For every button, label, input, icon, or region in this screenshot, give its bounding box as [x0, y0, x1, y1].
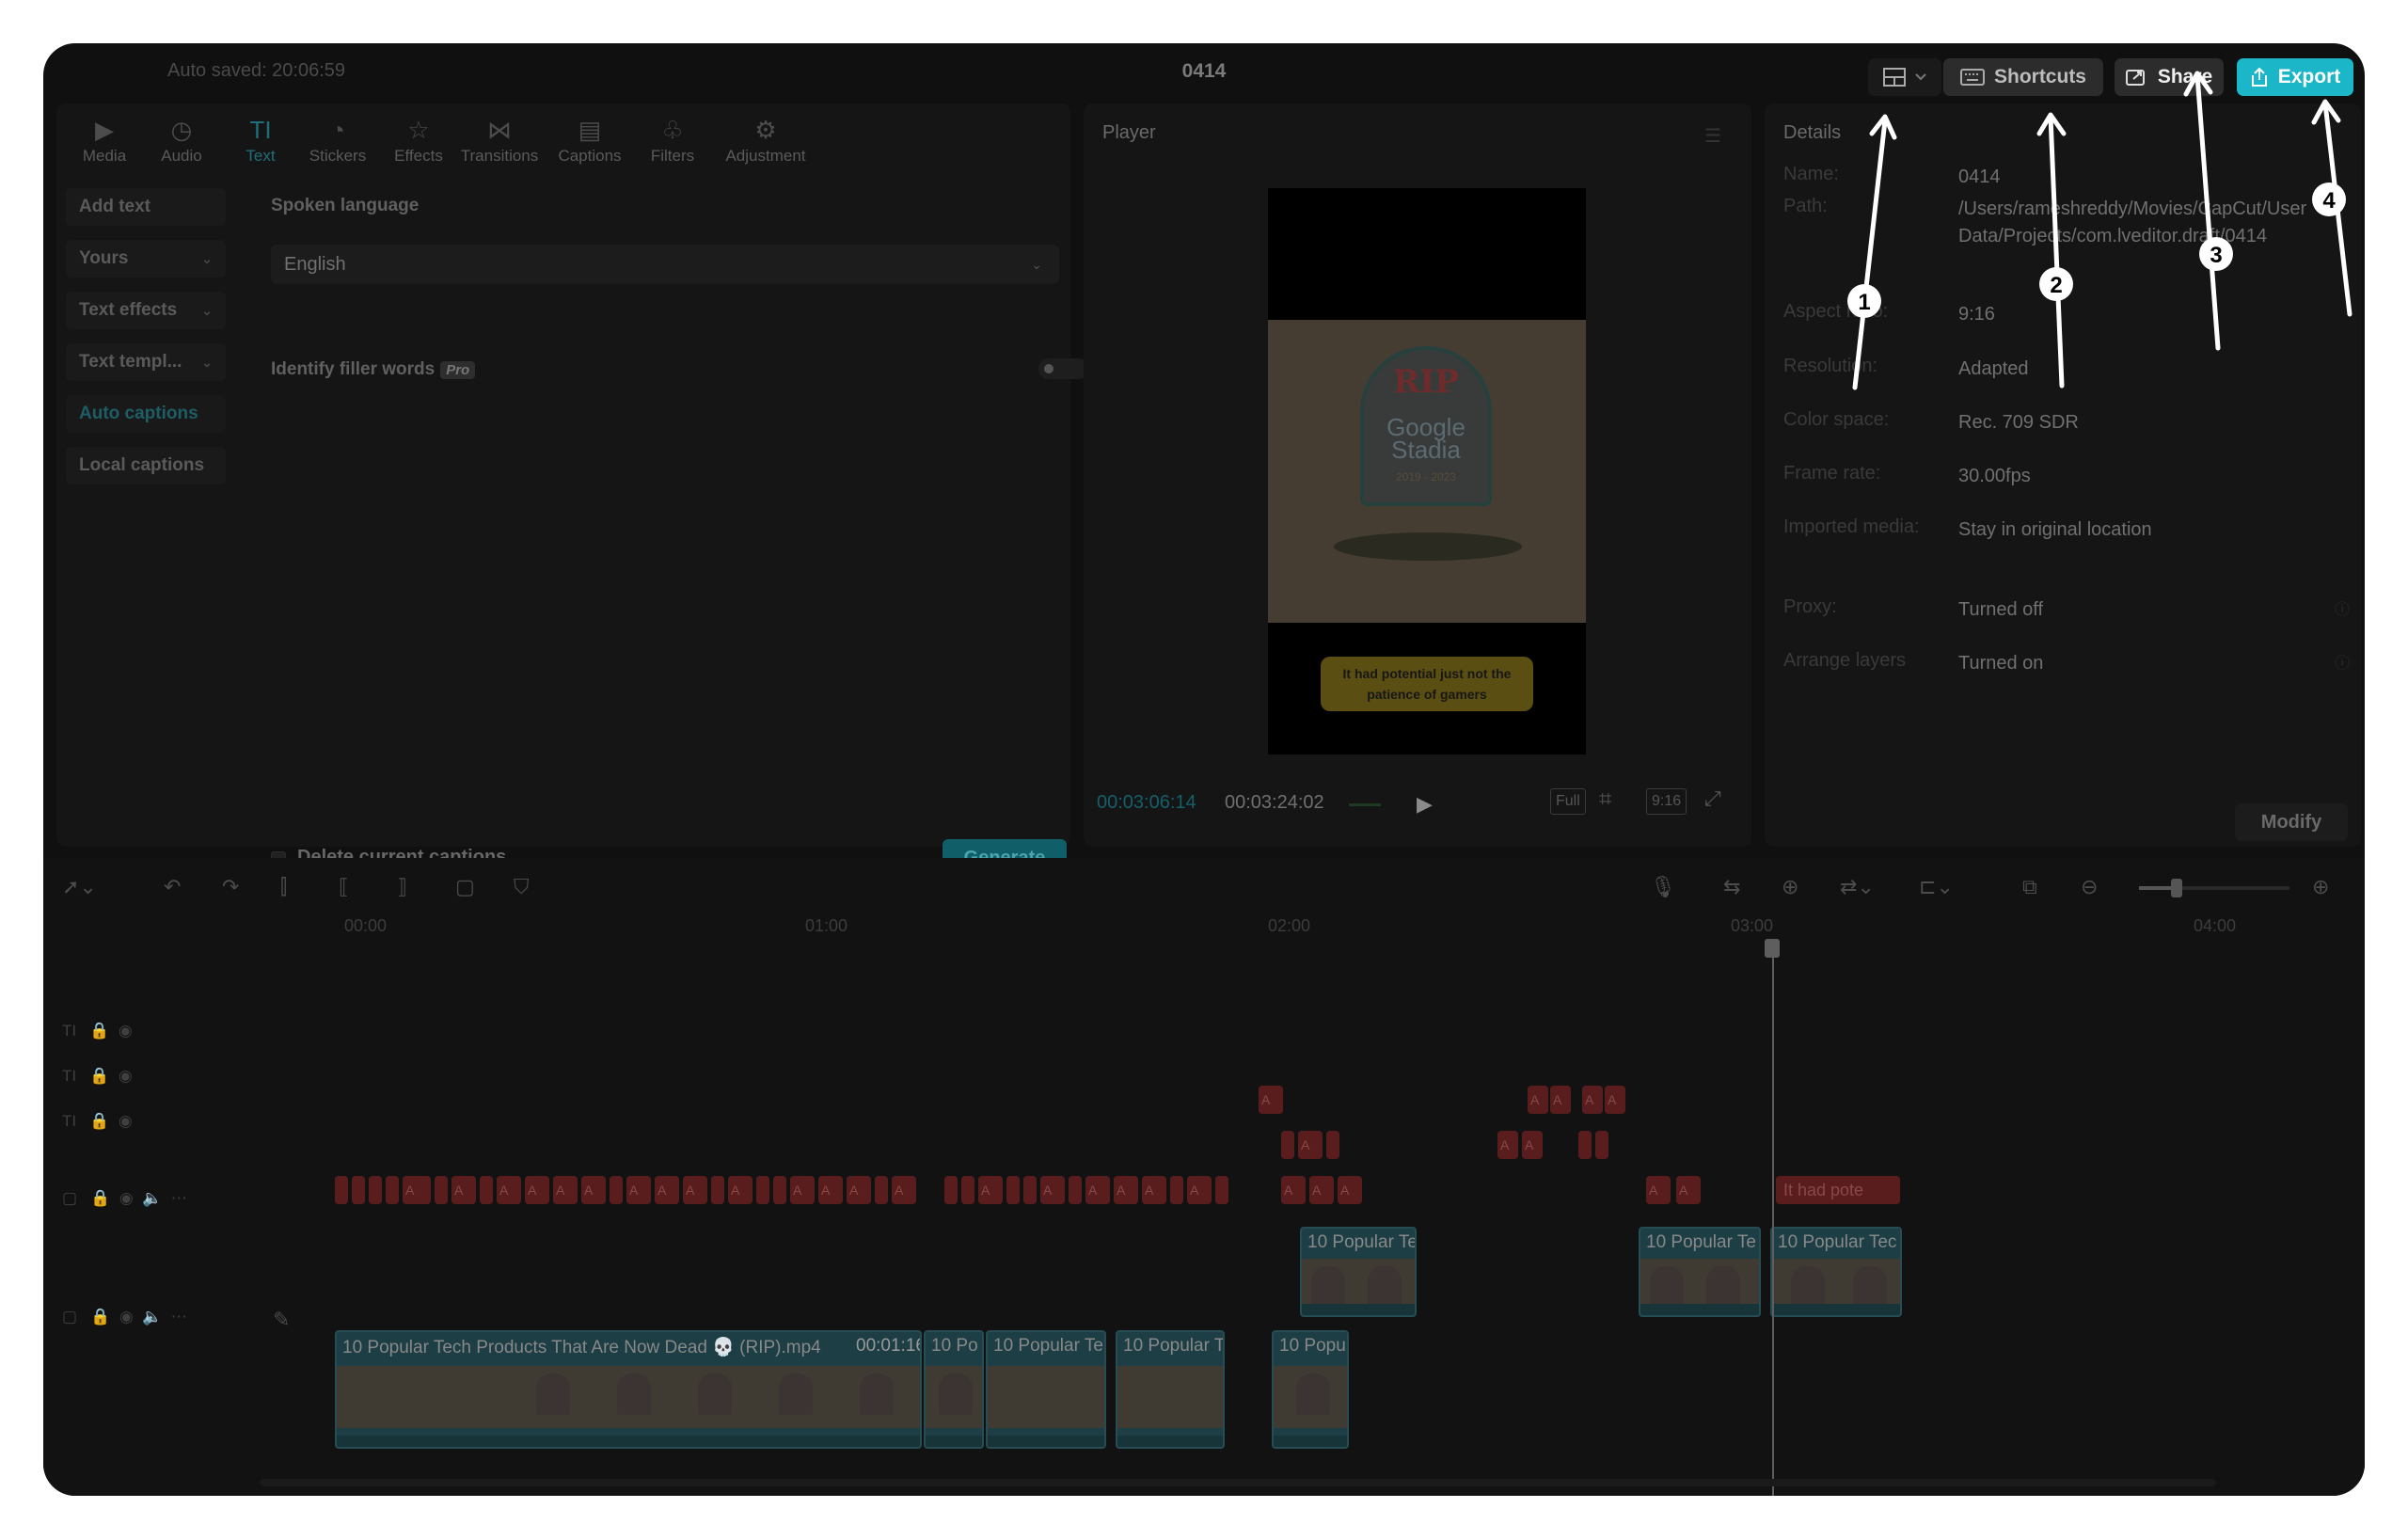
- annotation-arrow-3: [2183, 71, 2221, 351]
- annotation-label-4: 4: [2322, 188, 2336, 214]
- annotation-arrow-2: [2036, 112, 2067, 389]
- annotation-label-2: 2: [2050, 273, 2062, 298]
- annotation-overlay: 1 2 3 4: [1847, 71, 2353, 390]
- annotation-arrow-1: [1852, 114, 1897, 390]
- annotation-label-1: 1: [1858, 290, 1870, 315]
- annotation-markers: [1847, 183, 2346, 318]
- annotation-label-3: 3: [2210, 243, 2222, 268]
